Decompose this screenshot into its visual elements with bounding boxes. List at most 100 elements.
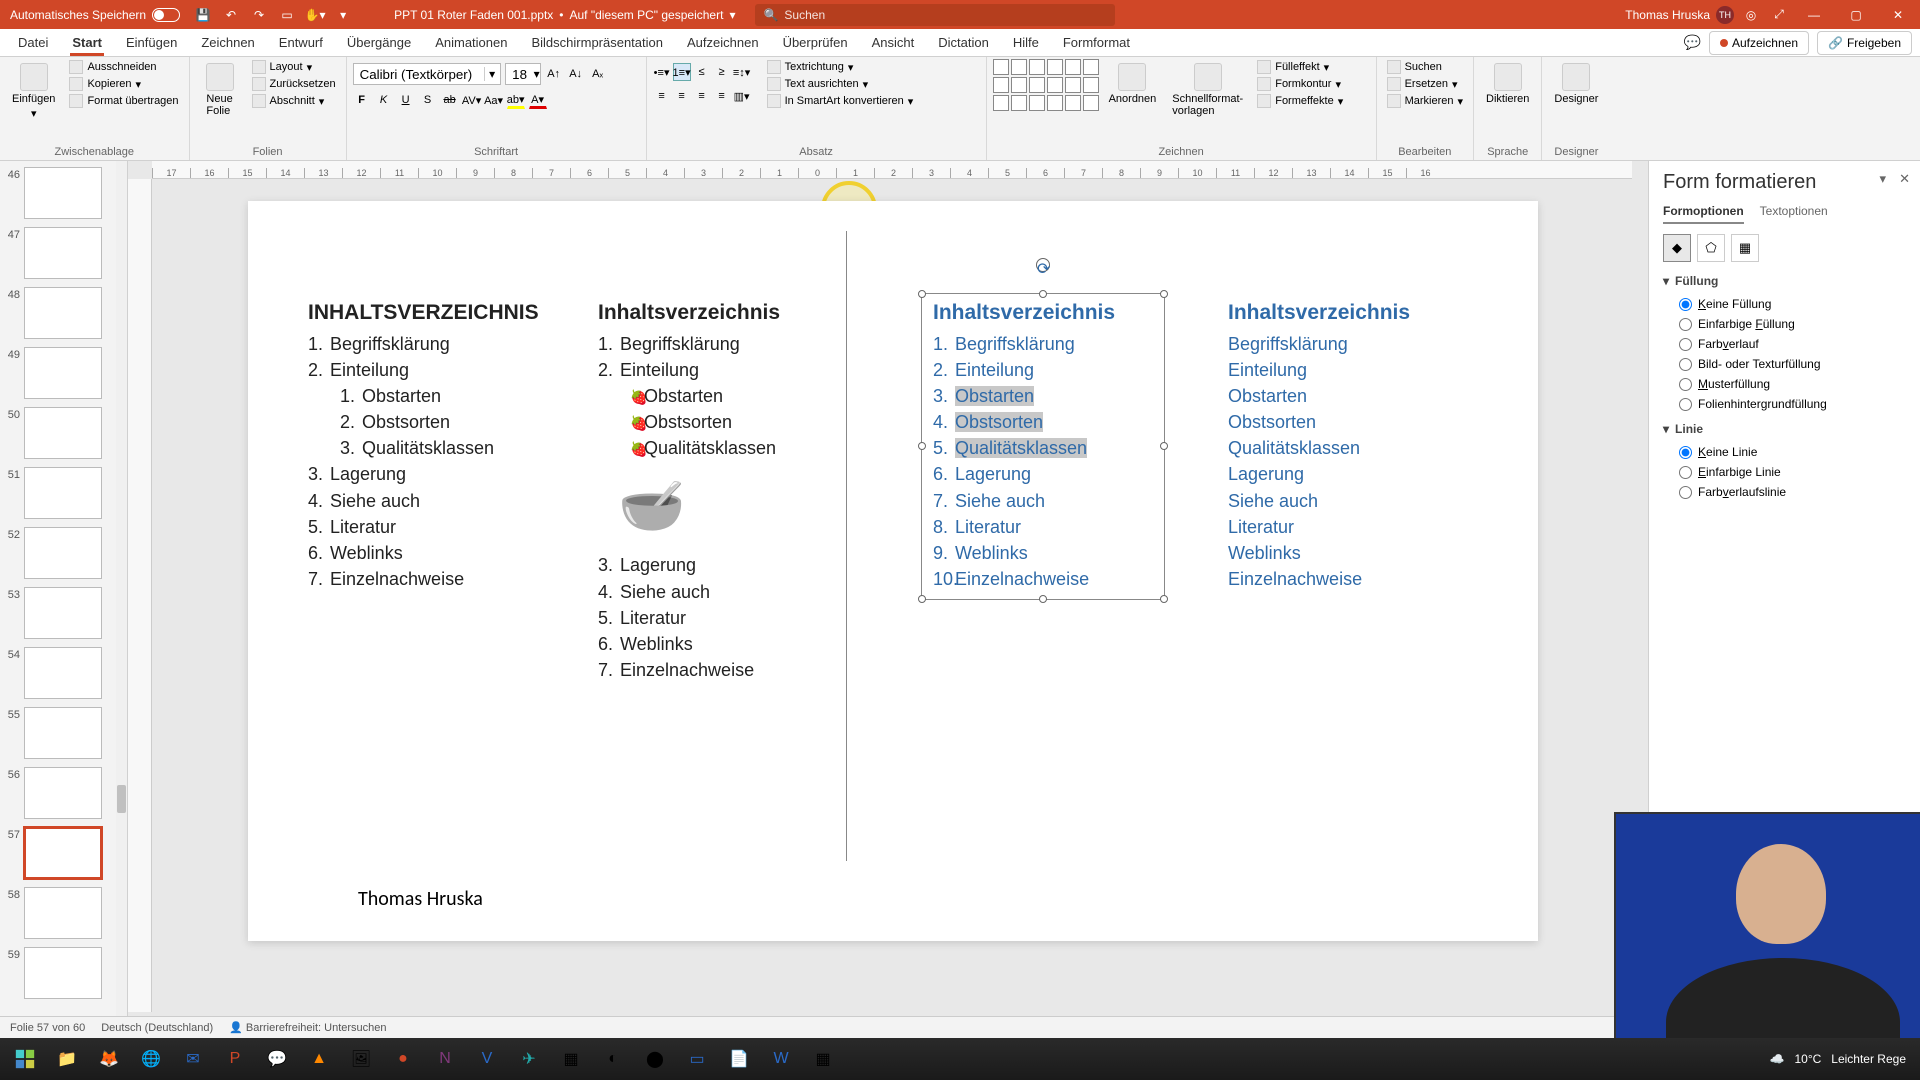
resize-handle-sw[interactable]	[918, 595, 926, 603]
fill-option-radio[interactable]: Bild- oder Texturfüllung	[1679, 354, 1906, 374]
fill-option-radio[interactable]: Einfarbige Füllung	[1679, 314, 1906, 334]
text-direction-button[interactable]: Textrichtung▾	[763, 59, 918, 75]
size-tab-icon[interactable]: ▦	[1731, 234, 1759, 262]
share-button[interactable]: 🔗Freigeben	[1817, 31, 1912, 55]
tab-datei[interactable]: Datei	[6, 29, 60, 56]
onenote-icon[interactable]: N	[426, 1042, 464, 1076]
shapes-gallery[interactable]	[993, 59, 1099, 111]
line-option-radio[interactable]: Farbverlaufslinie	[1679, 482, 1906, 502]
align-right-icon[interactable]: ≡	[693, 87, 711, 105]
resize-handle-s[interactable]	[1039, 595, 1047, 603]
quick-styles-button[interactable]: Schnellformat- vorlagen	[1166, 59, 1249, 121]
resize-handle-n[interactable]	[1039, 290, 1047, 298]
section-fill-header[interactable]: ▾Füllung	[1663, 274, 1906, 288]
bold-icon[interactable]: F	[353, 91, 371, 109]
maximize-button[interactable]: ▢	[1838, 0, 1874, 29]
slide-thumbnail[interactable]: 48	[4, 287, 123, 339]
strikethrough-icon[interactable]: ab	[441, 91, 459, 109]
highlight-icon[interactable]: ab▾	[507, 91, 525, 109]
tab-entwurf[interactable]: Entwurf	[267, 29, 335, 56]
slide-thumbnail[interactable]: 54	[4, 647, 123, 699]
tab-uebergaenge[interactable]: Übergänge	[335, 29, 423, 56]
line-option-radio[interactable]: Einfarbige Linie	[1679, 462, 1906, 482]
tab-aufzeichnen[interactable]: Aufzeichnen	[675, 29, 771, 56]
selected-textbox[interactable]: ⟳ Inhaltsverzeichnis 1.Begriffsklärung 2…	[933, 301, 1153, 592]
qat-customize-icon[interactable]: ▾	[332, 4, 354, 26]
columns-icon[interactable]: ▥▾	[733, 87, 751, 105]
change-case-icon[interactable]: Aa▾	[485, 91, 503, 109]
tab-text-options[interactable]: Textoptionen	[1760, 204, 1828, 224]
app-icon[interactable]: ●	[384, 1042, 422, 1076]
line-option-radio[interactable]: Keine Linie	[1679, 442, 1906, 462]
slide-thumbnail[interactable]: 49	[4, 347, 123, 399]
save-icon[interactable]: 💾	[192, 4, 214, 26]
format-painter-button[interactable]: Format übertragen	[65, 93, 182, 109]
record-button[interactable]: Aufzeichnen	[1709, 31, 1809, 55]
arrange-button[interactable]: Anordnen	[1103, 59, 1163, 109]
comments-icon[interactable]: 💬	[1684, 34, 1701, 51]
redo-icon[interactable]: ↷	[248, 4, 270, 26]
pane-close-icon[interactable]: ✕	[1899, 171, 1910, 187]
tab-formformat[interactable]: Formformat	[1051, 29, 1142, 56]
underline-icon[interactable]: U	[397, 91, 415, 109]
document-title[interactable]: PPT 01 Roter Faden 001.pptx • Auf "diese…	[394, 8, 735, 22]
align-center-icon[interactable]: ≡	[673, 87, 691, 105]
vlc-icon[interactable]: ▲	[300, 1042, 338, 1076]
section-button[interactable]: Abschnitt▾	[248, 93, 340, 109]
user-name[interactable]: Thomas Hruska	[1625, 8, 1710, 22]
powerpoint-icon[interactable]: P	[216, 1042, 254, 1076]
find-button[interactable]: Suchen	[1383, 59, 1467, 75]
fill-option-radio[interactable]: Musterfüllung	[1679, 374, 1906, 394]
align-text-button[interactable]: Text ausrichten▾	[763, 76, 918, 92]
slide-thumbnail[interactable]: 55	[4, 707, 123, 759]
slide-canvas[interactable]: INHALTSVERZEICHNIS 1.Begriffsklärung 2.E…	[248, 201, 1538, 941]
resize-handle-e[interactable]	[1160, 442, 1168, 450]
language-status[interactable]: Deutsch (Deutschland)	[101, 1022, 213, 1034]
shape-effects-button[interactable]: Formeffekte▾	[1253, 93, 1347, 109]
replace-button[interactable]: Ersetzen▾	[1383, 76, 1467, 92]
paste-button[interactable]: Einfügen▾	[6, 59, 61, 124]
clear-formatting-icon[interactable]: Aₓ	[589, 65, 607, 83]
font-size-combo[interactable]: ▾	[505, 63, 541, 85]
font-color-icon[interactable]: A▾	[529, 91, 547, 109]
section-line-header[interactable]: ▾Linie	[1663, 422, 1906, 436]
photos-icon[interactable]: 🖼	[342, 1042, 380, 1076]
tab-start[interactable]: Start	[60, 29, 114, 56]
char-spacing-icon[interactable]: AV▾	[463, 91, 481, 109]
resize-handle-w[interactable]	[918, 442, 926, 450]
app-icon[interactable]: ▭	[678, 1042, 716, 1076]
app-icon[interactable]: 📄	[720, 1042, 758, 1076]
reset-button[interactable]: Zurücksetzen	[248, 76, 340, 92]
app-icon[interactable]: 💬	[258, 1042, 296, 1076]
outlook-icon[interactable]: ✉	[174, 1042, 212, 1076]
chevron-down-icon[interactable]: ▾	[484, 67, 500, 81]
tab-dictation[interactable]: Dictation	[926, 29, 1001, 56]
minimize-button[interactable]: —	[1796, 0, 1832, 29]
slide-thumbnail[interactable]: 58	[4, 887, 123, 939]
undo-icon[interactable]: ↶	[220, 4, 242, 26]
effects-tab-icon[interactable]: ⬠	[1697, 234, 1725, 262]
slide-thumbnail[interactable]: 56	[4, 767, 123, 819]
decrease-indent-icon[interactable]: ≤	[693, 63, 711, 81]
shape-fill-button[interactable]: Fülleffekt▾	[1253, 59, 1347, 75]
shadow-icon[interactable]: S	[419, 91, 437, 109]
accessibility-status[interactable]: 👤 Barrierefreiheit: Untersuchen	[229, 1021, 386, 1034]
app-icon[interactable]: ▦	[804, 1042, 842, 1076]
align-left-icon[interactable]: ≡	[653, 87, 671, 105]
close-button[interactable]: ✕	[1880, 0, 1916, 29]
tab-ansicht[interactable]: Ansicht	[860, 29, 927, 56]
increase-indent-icon[interactable]: ≥	[713, 63, 731, 81]
file-explorer-icon[interactable]: 📁	[48, 1042, 86, 1076]
app-icon[interactable]: ⬤	[636, 1042, 674, 1076]
search-box[interactable]: 🔍 Suchen	[755, 4, 1115, 26]
pane-collapse-icon[interactable]: ▾	[1879, 171, 1886, 187]
resize-handle-ne[interactable]	[1160, 290, 1168, 298]
rotate-handle[interactable]: ⟳	[1036, 258, 1050, 272]
tab-einfuegen[interactable]: Einfügen	[114, 29, 189, 56]
firefox-icon[interactable]: 🦊	[90, 1042, 128, 1076]
copy-button[interactable]: Kopieren▾	[65, 76, 182, 92]
tab-bildschirmpraesentation[interactable]: Bildschirmpräsentation	[519, 29, 675, 56]
font-name-combo[interactable]: ▾	[353, 63, 501, 85]
italic-icon[interactable]: K	[375, 91, 393, 109]
user-avatar[interactable]: TH	[1716, 6, 1734, 24]
